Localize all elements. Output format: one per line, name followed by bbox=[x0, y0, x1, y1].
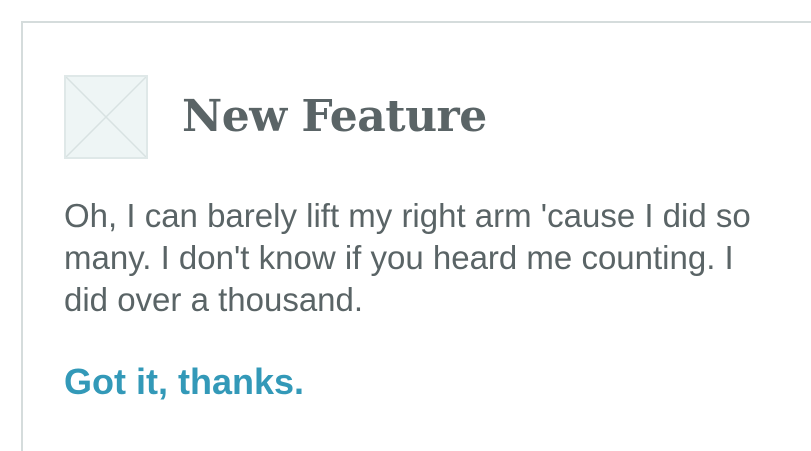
dismiss-link[interactable]: Got it, thanks. bbox=[64, 360, 304, 403]
feature-card: New Feature Oh, I can barely lift my rig… bbox=[21, 21, 811, 451]
feature-message: Oh, I can barely lift my right arm 'caus… bbox=[64, 197, 751, 318]
feature-card-header: New Feature bbox=[64, 75, 487, 159]
feature-title: New Feature bbox=[182, 91, 487, 142]
placeholder-cross-icon bbox=[66, 77, 146, 157]
page: New Feature Oh, I can barely lift my rig… bbox=[0, 0, 811, 451]
image-placeholder-icon bbox=[64, 75, 148, 159]
